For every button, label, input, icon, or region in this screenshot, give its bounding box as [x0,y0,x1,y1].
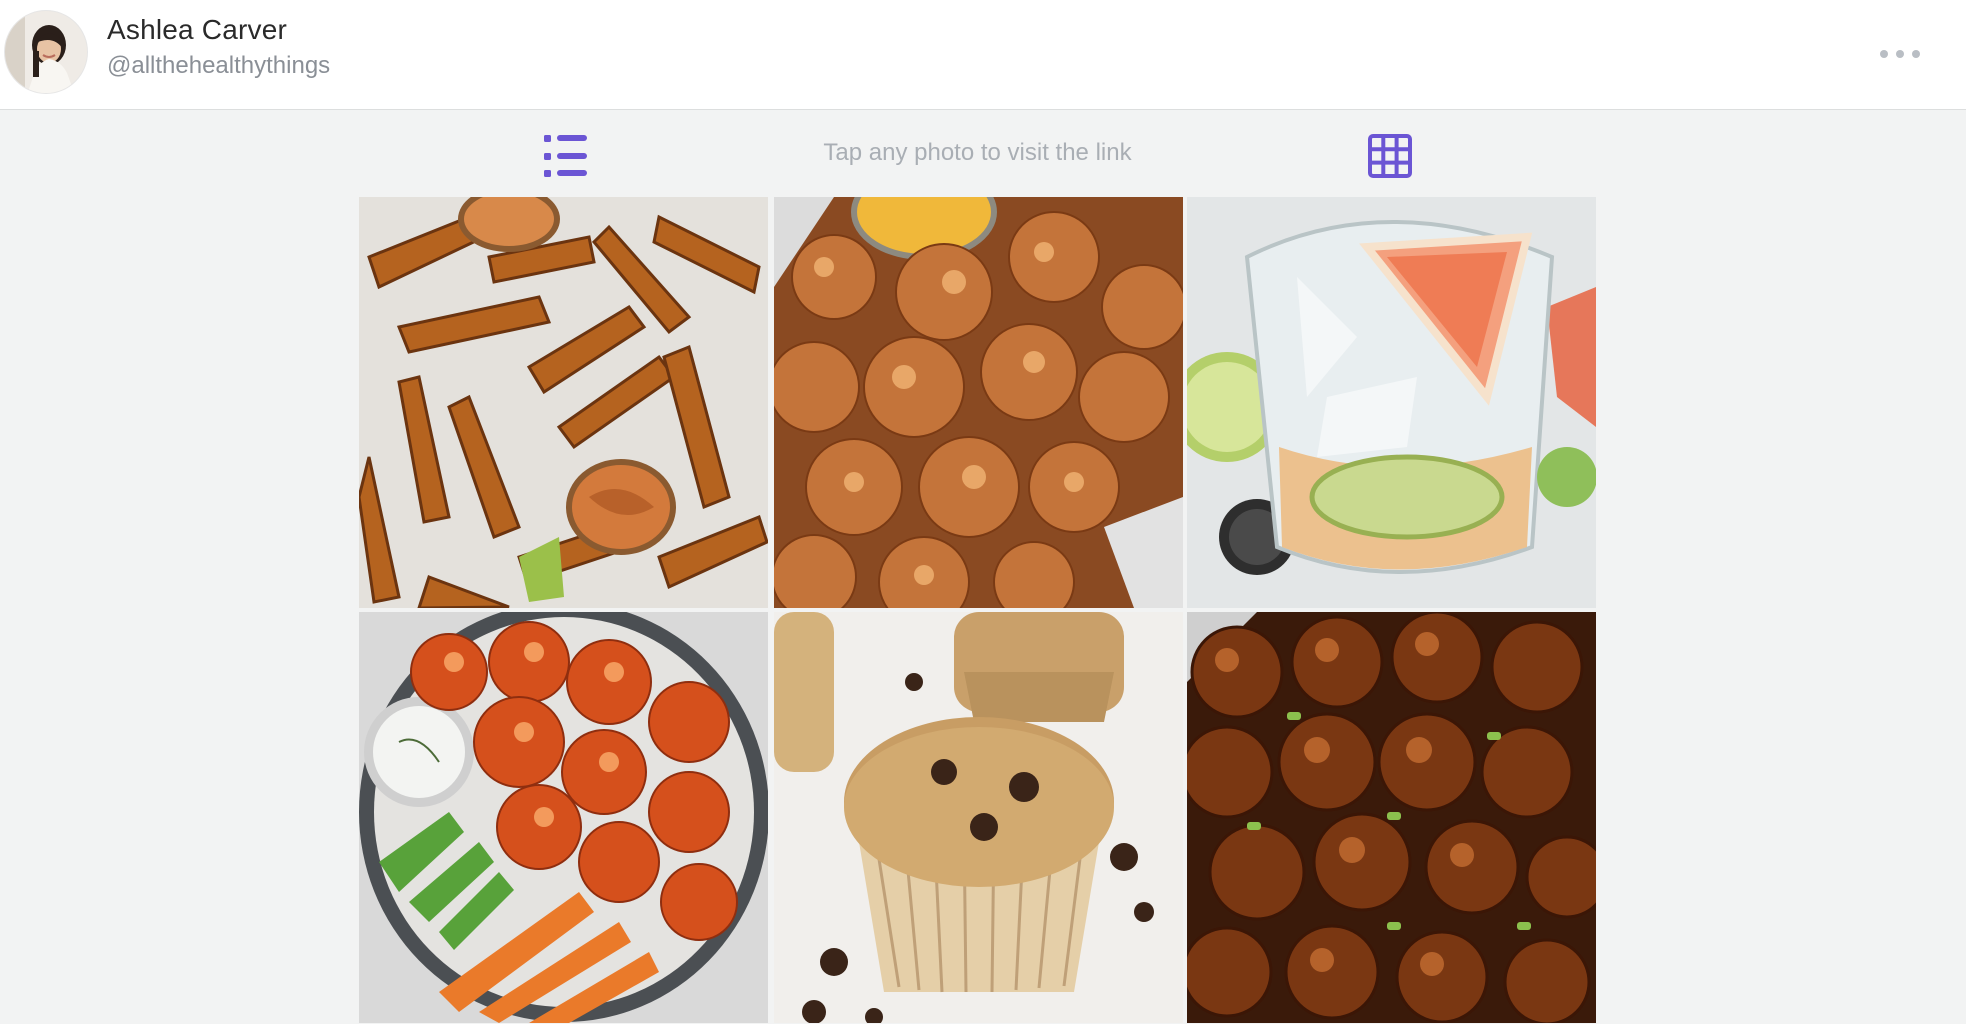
profile-name: Ashlea Carver [107,14,288,45]
tap-hint: Tap any photo to visit the link [823,139,1132,166]
profile-header: Ashlea Carver @allthehealthythings [0,0,1966,110]
dot [1912,50,1920,58]
grid-view-icon[interactable] [1364,130,1416,182]
photo-chocolate-chip-muffins[interactable] [774,612,1183,1023]
photo-buffalo-cauliflower[interactable] [359,612,768,1023]
dot [1896,50,1904,58]
profile-handle: @allthehealthythings [107,52,331,79]
view-toolbar: Tap any photo to visit the link [0,111,1966,197]
photo-crispy-cauliflower-bites[interactable] [774,197,1183,608]
list-view-icon[interactable] [536,129,594,183]
photo-grapefruit-cocktail[interactable] [1187,197,1596,608]
more-options-icon[interactable] [1870,36,1930,72]
photo-potato-wedges[interactable] [359,197,768,608]
photo-grid [359,197,1597,1023]
dot [1880,50,1888,58]
avatar[interactable] [4,10,88,94]
photo-glazed-meatballs[interactable] [1187,612,1596,1023]
